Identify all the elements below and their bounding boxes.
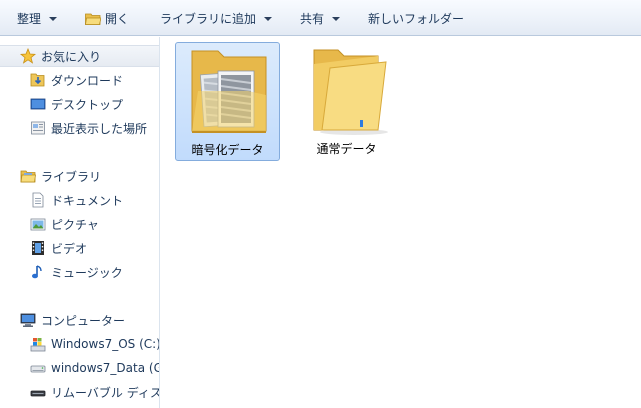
share-label: 共有 <box>300 11 325 26</box>
chevron-down-icon <box>49 16 58 21</box>
nav-item-desktop[interactable]: デスクトップ <box>0 93 159 115</box>
nav-computer[interactable]: コンピューター <box>0 309 159 331</box>
folder-item-normal[interactable]: 通常データ <box>294 42 399 161</box>
nav-favorites[interactable]: お気に入り <box>0 45 159 67</box>
nav-item-label: 最近表示した場所 <box>51 121 148 136</box>
organize-button[interactable]: 整理 <box>17 9 58 27</box>
nav-item-label: リムーバブル ディス <box>51 385 160 400</box>
nav-item-drive-c[interactable]: Windows7_OS (C:) <box>0 333 160 355</box>
pictures-icon <box>30 218 46 231</box>
nav-item-label: デスクトップ <box>51 97 124 112</box>
videos-icon <box>32 241 44 255</box>
folder-item-encrypted[interactable]: 暗号化データ <box>175 42 280 161</box>
libraries-icon <box>20 170 36 183</box>
recent-places-icon <box>31 121 45 135</box>
open-folder-icon <box>85 13 101 25</box>
add-to-library-button[interactable]: ライブラリに追加 <box>160 9 273 27</box>
nav-item-label: ピクチャ <box>51 217 99 232</box>
new-folder-button[interactable]: 新しいフォルダー <box>368 9 464 27</box>
nav-item-downloads[interactable]: ダウンロード <box>0 69 159 91</box>
chevron-down-icon <box>332 16 341 21</box>
downloads-icon <box>30 73 45 87</box>
folder-name: 通常データ <box>316 142 377 156</box>
nav-item-documents[interactable]: ドキュメント <box>0 189 159 211</box>
nav-item-music[interactable]: ミュージック <box>0 261 159 283</box>
windows-drive-icon <box>30 338 46 352</box>
music-note-icon <box>32 265 42 279</box>
navigation-pane: お気に入り ダウンロード デスクトップ 最近表示した場所 ライブラリ ドキュメン… <box>0 37 160 408</box>
nav-libraries-label: ライブラリ <box>41 169 102 184</box>
nav-item-label: ダウンロード <box>51 73 124 88</box>
nav-libraries[interactable]: ライブラリ <box>0 165 159 187</box>
nav-favorites-label: お気に入り <box>41 49 102 64</box>
nav-item-label: Windows7_OS (C:) <box>51 337 160 351</box>
open-label: 開く <box>105 11 130 26</box>
desktop-icon <box>30 98 46 110</box>
encrypted-folder-icon <box>191 50 267 133</box>
nav-item-label: ドキュメント <box>51 193 124 208</box>
nav-item-label: ミュージック <box>51 265 123 280</box>
documents-icon <box>32 192 44 208</box>
command-bar: 整理 開く ライブラリに追加 共有 新しいフォルダー <box>0 0 641 36</box>
computer-icon <box>20 313 36 327</box>
nav-item-pictures[interactable]: ピクチャ <box>0 213 159 235</box>
nav-item-label: ビデオ <box>51 241 88 256</box>
nav-computer-label: コンピューター <box>41 313 126 328</box>
removable-drive-icon <box>30 390 46 397</box>
add-to-library-label: ライブラリに追加 <box>160 11 257 26</box>
nav-item-recent-places[interactable]: 最近表示した場所 <box>0 117 159 139</box>
star-icon <box>20 48 36 64</box>
chevron-down-icon <box>264 16 273 21</box>
new-folder-label: 新しいフォルダー <box>368 11 465 26</box>
folder-icon <box>313 49 388 135</box>
file-list-area: 暗号化データ 通常データ <box>161 37 641 408</box>
open-button[interactable]: 開く <box>85 9 129 27</box>
nav-item-label: windows7_Data (G <box>51 361 160 375</box>
share-button[interactable]: 共有 <box>300 9 341 27</box>
nav-item-videos[interactable]: ビデオ <box>0 237 159 259</box>
nav-item-drive-g[interactable]: windows7_Data (G <box>0 357 160 379</box>
organize-label: 整理 <box>17 11 42 26</box>
folder-name: 暗号化データ <box>191 143 264 157</box>
nav-item-removable-disk[interactable]: リムーバブル ディス <box>0 381 160 403</box>
hard-drive-icon <box>30 365 46 373</box>
